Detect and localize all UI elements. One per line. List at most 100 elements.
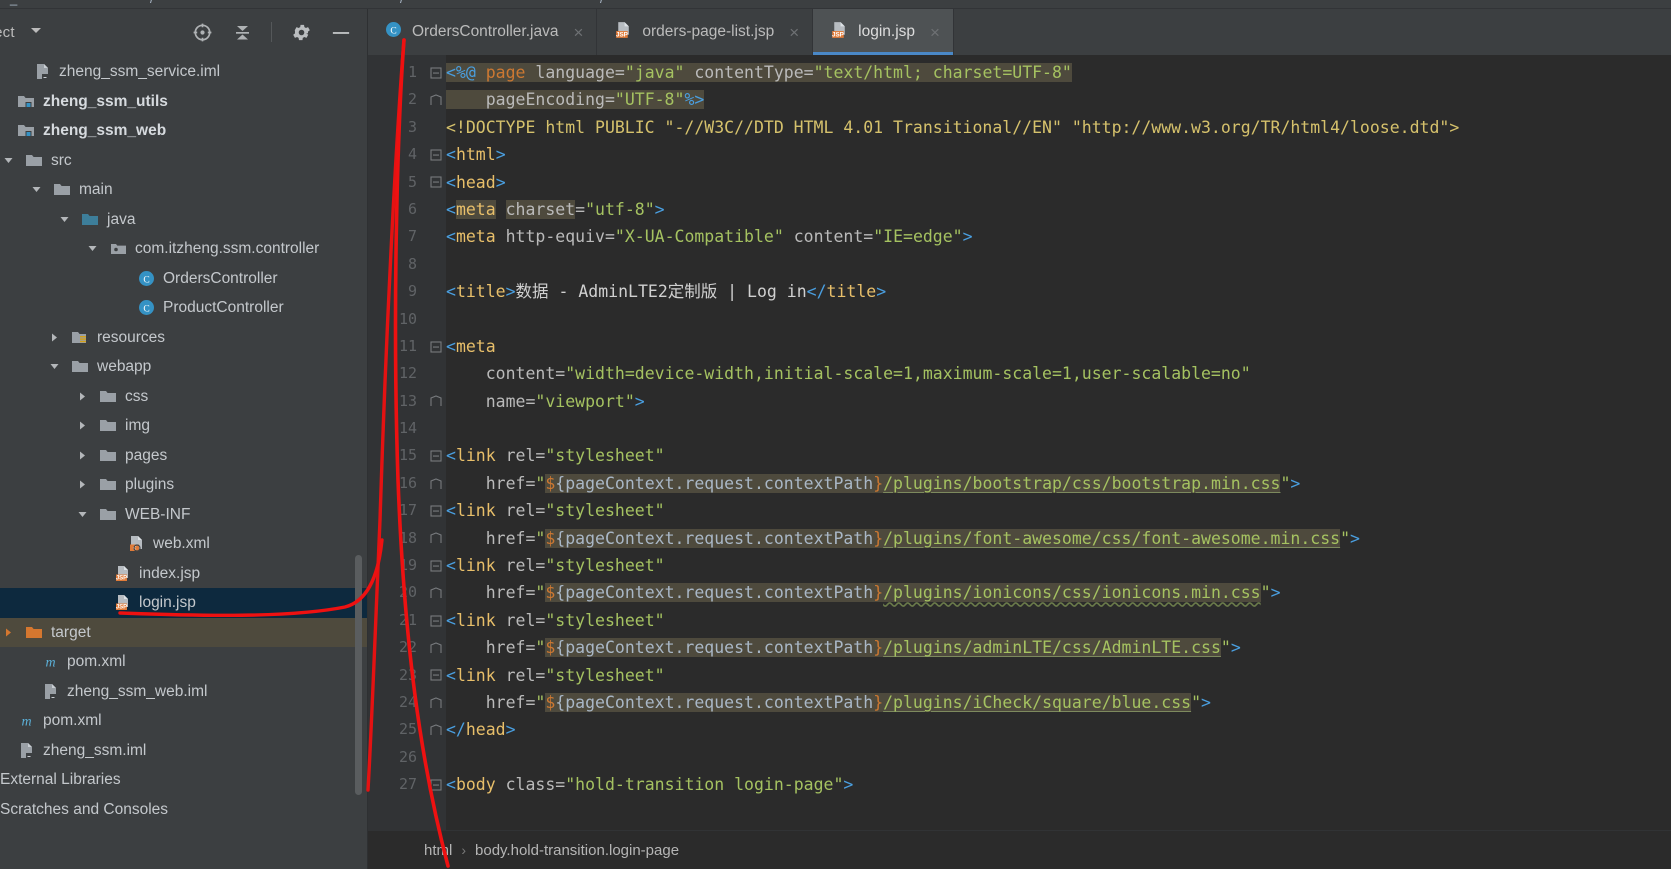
gear-icon[interactable]	[290, 21, 312, 43]
tree-node-login.jsp[interactable]: JSP login.jsp	[0, 588, 368, 618]
chevron-right-icon[interactable]	[74, 477, 90, 493]
chevron-right-icon[interactable]	[0, 624, 16, 640]
chevron-right-icon[interactable]	[46, 329, 62, 345]
tree-node-pom.xml-web[interactable]: m pom.xml	[0, 647, 368, 677]
tree-node-target[interactable]: target	[0, 617, 368, 647]
tab-login.jsp[interactable]: JSP login.jsp ×	[813, 9, 954, 55]
chevron-right-icon[interactable]	[74, 447, 90, 463]
fold-marker-expanded[interactable]	[426, 607, 446, 634]
tree-node-zheng_ssm_service.iml[interactable]: zheng_ssm_service.iml	[0, 57, 368, 87]
tab-OrdersController.java[interactable]: C OrdersController.java ×	[368, 9, 598, 55]
fold-marker-expanded[interactable]	[426, 552, 446, 579]
line-number: 11	[398, 336, 417, 355]
tree-node-src[interactable]: src	[0, 146, 368, 176]
fold-end-marker[interactable]	[426, 470, 446, 497]
tree-node-ProductController[interactable]: C ProductController	[0, 293, 368, 323]
svg-text:JSP: JSP	[832, 31, 844, 38]
tree-node-pom.xml-root[interactable]: m pom.xml	[0, 706, 368, 736]
code-editor[interactable]: 1 2 3 4 5 6 7 8 9 10 11 12 13 14 15 16 1	[368, 55, 1671, 830]
line-number: 9	[407, 282, 417, 301]
fold-end-marker[interactable]	[426, 388, 446, 415]
fold-marker-expanded[interactable]	[426, 771, 446, 798]
tree-node-zheng_ssm_web.iml[interactable]: zheng_ssm_web.iml	[0, 677, 368, 707]
breadcrumb-item-body[interactable]: body.hold-transition.login-page	[475, 842, 679, 859]
tree-node-zheng_ssm_web[interactable]: zheng_ssm_web	[0, 116, 368, 146]
java-class-icon: C	[384, 20, 403, 44]
line-number: 14	[398, 419, 417, 438]
tree-node-label: zheng_ssm_web.iml	[67, 682, 208, 700]
fold-marker-expanded[interactable]	[426, 442, 446, 469]
tree-node-WEB-INF[interactable]: WEB-INF	[0, 500, 368, 530]
fold-marker-expanded[interactable]	[426, 169, 446, 196]
editor-tab-bar: C OrdersController.java × JSP orders-pag…	[368, 9, 1671, 55]
tree-node-img[interactable]: img	[0, 411, 368, 441]
code-line-15: <link rel="stylesheet"	[446, 446, 665, 466]
fold-end-marker[interactable]	[426, 579, 446, 606]
close-icon[interactable]: ×	[789, 24, 799, 41]
chevron-down-icon[interactable]	[74, 506, 90, 522]
tab-orders-page-list.jsp[interactable]: JSP orders-page-list.jsp ×	[597, 9, 814, 55]
package-icon	[108, 239, 128, 259]
chevron-right-icon[interactable]	[74, 388, 90, 404]
fold-end-marker[interactable]	[426, 634, 446, 661]
jsp-file-icon: JSP	[112, 593, 132, 613]
close-icon[interactable]: ×	[930, 24, 940, 41]
chevron-down-icon[interactable]	[28, 182, 44, 198]
tree-node-label: plugins	[125, 476, 175, 493]
fold-marker-expanded[interactable]	[426, 333, 446, 360]
tree-node-pages[interactable]: pages	[0, 441, 368, 471]
line-number: 5	[407, 172, 417, 191]
chevron-down-icon[interactable]	[29, 23, 43, 42]
line-number-gutter: 1 2 3 4 5 6 7 8 9 10 11 12 13 14 15 16 1	[368, 55, 426, 830]
tree-node-index.jsp[interactable]: JSP index.jsp	[0, 559, 368, 589]
code-text-area[interactable]: <%@ page language="java" contentType="te…	[446, 55, 1671, 830]
tree-node-web.xml[interactable]: < web.xml	[0, 529, 368, 559]
chevron-down-icon[interactable]	[0, 152, 16, 168]
tree-node-zheng_ssm.iml[interactable]: zheng_ssm.iml	[0, 736, 368, 766]
top-breadcrumb-strip: _ / / /	[0, 0, 1671, 9]
project-panel-scrollbar[interactable]	[355, 555, 362, 795]
fold-marker-expanded[interactable]	[426, 497, 446, 524]
fold-end-marker[interactable]	[426, 716, 446, 743]
tree-node-scratches-and-consoles[interactable]: Scratches and Consoles	[0, 795, 368, 825]
tree-node-external-libraries[interactable]: External Libraries	[0, 765, 368, 795]
close-icon[interactable]: ×	[573, 24, 583, 41]
tree-node-main[interactable]: main	[0, 175, 368, 205]
tree-node-java[interactable]: java	[0, 205, 368, 235]
java-class-icon: C	[136, 268, 156, 288]
folder-icon	[98, 445, 118, 465]
fold-marker-expanded[interactable]	[426, 59, 446, 86]
fold-marker-expanded[interactable]	[426, 662, 446, 689]
chevron-down-icon[interactable]	[84, 241, 100, 257]
line-number: 24	[398, 692, 417, 711]
line-number: 27	[398, 775, 417, 794]
tree-node-css[interactable]: css	[0, 382, 368, 412]
fold-end-marker[interactable]	[426, 86, 446, 113]
fold-end-marker[interactable]	[426, 525, 446, 552]
chevron-down-icon[interactable]	[46, 359, 62, 375]
line-number: 23	[398, 665, 417, 684]
strip-fragment: /	[600, 0, 604, 6]
collapse-all-icon[interactable]	[231, 21, 253, 43]
code-folding-gutter[interactable]	[426, 55, 446, 830]
fold-marker-expanded[interactable]	[426, 141, 446, 168]
breadcrumb-item-html[interactable]: html	[424, 842, 452, 859]
chevron-right-icon[interactable]	[74, 418, 90, 434]
chevron-down-icon[interactable]	[56, 211, 72, 227]
tree-node-zheng_ssm_utils[interactable]: zheng_ssm_utils	[0, 87, 368, 117]
code-line-23: <link rel="stylesheet"	[446, 665, 665, 685]
editor-area: C OrdersController.java × JSP orders-pag…	[368, 9, 1671, 869]
minimize-icon[interactable]	[330, 21, 352, 43]
tree-node-resources[interactable]: resources	[0, 323, 368, 353]
locate-icon[interactable]	[191, 21, 213, 43]
tree-node-com.itzheng.ssm.controller[interactable]: com.itzheng.ssm.controller	[0, 234, 368, 264]
tree-node-webapp[interactable]: webapp	[0, 352, 368, 382]
line-number: 16	[398, 473, 417, 492]
line-number: 25	[398, 720, 417, 739]
tree-node-OrdersController[interactable]: C OrdersController	[0, 264, 368, 294]
folder-icon	[98, 416, 118, 436]
fold-end-marker[interactable]	[426, 689, 446, 716]
tree-node-plugins[interactable]: plugins	[0, 470, 368, 500]
project-tree[interactable]: zheng_ssm_service.iml zheng_ssm_utils zh…	[0, 55, 368, 869]
